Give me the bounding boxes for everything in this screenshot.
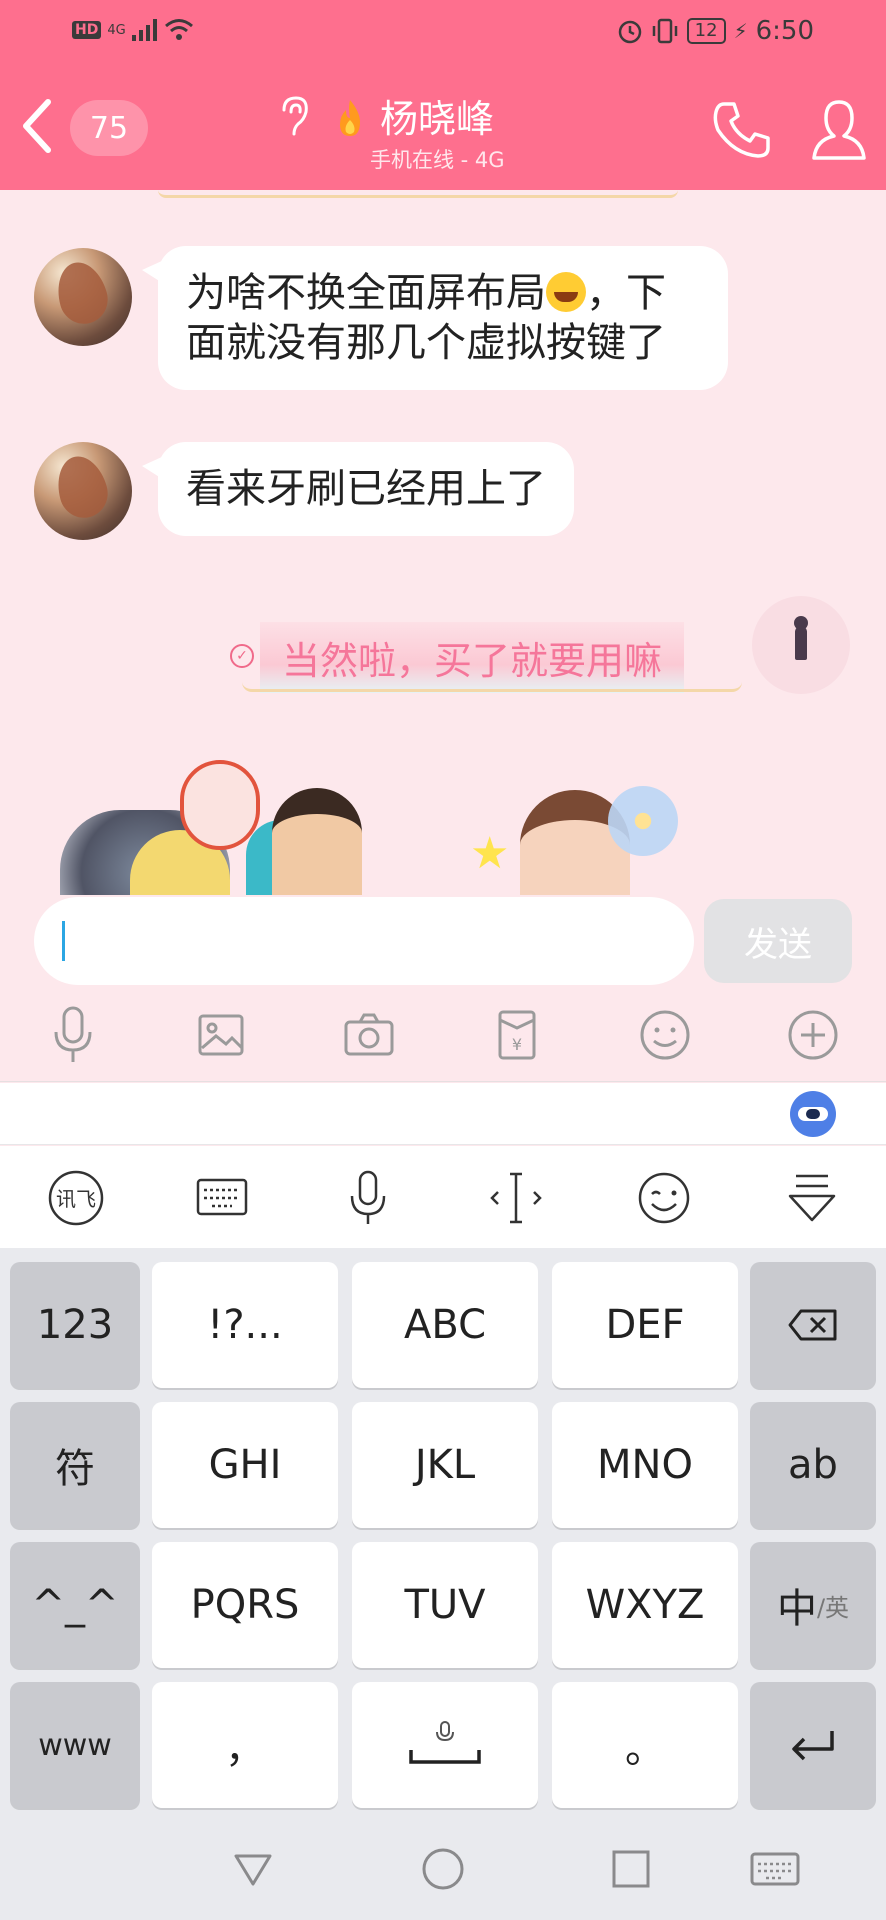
earpiece-mode-icon[interactable] [276,94,312,138]
unread-count-badge[interactable]: 75 [70,100,148,156]
key-wxyz[interactable]: WXYZ [552,1542,738,1668]
keyboard-voice-icon[interactable] [336,1168,400,1228]
contact-avatar[interactable] [34,248,132,346]
key-www[interactable]: www [10,1682,140,1808]
svg-text:¥: ¥ [512,1035,522,1054]
keyboard-layout-icon[interactable] [190,1168,254,1228]
message-text: 看来牙刷已经用上了 [186,466,546,512]
status-bar: HD 4G 12 ⚡ 6:50 [0,0,886,66]
space-bar-icon [409,1721,481,1764]
contact-name[interactable]: 杨晓峰 [380,88,494,143]
wifi-icon [164,19,193,40]
my-avatar[interactable] [752,596,850,694]
key-ghi[interactable]: GHI [152,1402,338,1528]
key-period[interactable]: 。 [552,1682,738,1808]
enter-key[interactable] [750,1682,876,1808]
chat-message-list[interactable]: 为啥不换全面屏布局 ，下 面就没有那几个虚拟按键了 看来牙刷已经用上了 ✓ 当然啦… [0,190,886,895]
vibrate-icon [652,18,677,44]
text-caret [62,921,65,961]
svg-text:讯飞: 讯飞 [56,1187,96,1211]
keyboard-emoji-icon[interactable] [632,1168,696,1228]
network-type: 4G [107,22,126,38]
key-jkl[interactable]: JKL [352,1402,538,1528]
keyboard-mascot-icon[interactable] [790,1091,836,1137]
cursor-move-icon[interactable] [484,1168,548,1228]
message-bubble[interactable]: 为啥不换全面屏布局 ，下 面就没有那几个虚拟按键了 [142,246,728,390]
hide-keyboard-icon[interactable] [780,1168,844,1228]
backspace-icon [788,1309,837,1341]
alarm-icon [618,20,641,44]
key-punctuation[interactable]: !?... [152,1262,338,1388]
sticker-strip: ★ [0,750,886,895]
nav-recents-icon[interactable] [606,1844,656,1894]
message-text: 面就没有那几个虚拟按键了 [186,320,666,366]
back-arrow-icon[interactable] [14,96,62,156]
message-input[interactable] [34,897,694,985]
sticker-fox [180,760,260,850]
enter-icon [792,1731,834,1761]
more-plus-icon[interactable] [778,1000,848,1070]
message-input-row: 发送 [0,895,886,990]
send-button[interactable]: 发送 [704,899,852,983]
system-navigation-bar [0,1816,886,1920]
status-right: 12 ⚡ 6:50 [617,16,814,46]
nav-back-icon[interactable] [228,1844,278,1894]
key-symbols[interactable]: 符 [10,1402,140,1528]
backspace-key[interactable] [750,1262,876,1388]
key-language-primary: 中 [776,1586,817,1632]
message-bubble[interactable]: 看来牙刷已经用上了 [142,442,574,536]
key-space[interactable] [352,1682,538,1808]
voice-input-icon[interactable] [38,1000,108,1070]
chat-tools-row: ¥ [0,990,886,1082]
key-pqrs[interactable]: PQRS [152,1542,338,1668]
key-def[interactable]: DEF [552,1262,738,1388]
key-numbers[interactable]: 123 [10,1262,140,1388]
contact-avatar[interactable] [34,442,132,540]
image-icon[interactable] [186,1000,256,1070]
key-english[interactable]: ab [750,1402,876,1528]
read-receipt-icon: ✓ [230,644,254,668]
keyboard-keys: 123 !?... ABC DEF 符 GHI JKL MNO ab ^_^ P… [0,1248,886,1816]
emoji-icon[interactable] [630,1000,700,1070]
key-kaomoji[interactable]: ^_^ [10,1542,140,1668]
nav-keyboard-icon[interactable] [748,1844,802,1894]
message-text: ，下 [586,270,666,316]
laugh-tears-emoji-icon [546,272,586,312]
ime-logo-icon[interactable]: 讯飞 [44,1168,108,1228]
contact-profile-icon[interactable] [810,96,868,164]
bubble-decoration [158,190,678,198]
signal-icon [131,19,157,41]
key-tuv[interactable]: TUV [352,1542,538,1668]
chat-header: 75 杨晓峰 手机在线 - 4G [0,66,886,190]
keyboard-toolbar: 讯飞 [0,1146,886,1248]
key-language-secondary: /英 [816,1593,850,1622]
key-comma[interactable]: ， [152,1682,338,1808]
hd-badge: HD [72,21,102,39]
fire-streak-icon [340,100,360,136]
sticker-star-icon: ★ [470,828,510,879]
bubble-decoration [242,682,742,692]
clock: 6:50 [755,16,814,46]
contact-online-status: 手机在线 - 4G [370,148,505,172]
charging-icon: ⚡ [733,19,748,43]
message-text: 为啥不换全面屏布局 [186,270,546,316]
nav-home-icon[interactable] [418,1844,468,1894]
keyboard-candidate-bar [0,1083,886,1145]
sent-message[interactable]: ✓ 当然啦，买了就要用嘛 [230,622,750,693]
battery-indicator: 12 [686,18,726,44]
sticker-flower [608,786,678,856]
sticker-boy [272,788,362,895]
key-abc[interactable]: ABC [352,1262,538,1388]
key-mno[interactable]: MNO [552,1402,738,1528]
red-packet-icon[interactable]: ¥ [482,1000,552,1070]
key-language-switch[interactable]: 中/英 [750,1542,876,1668]
camera-icon[interactable] [334,1000,404,1070]
status-left: HD 4G [72,18,194,42]
phone-call-icon[interactable] [710,98,774,162]
